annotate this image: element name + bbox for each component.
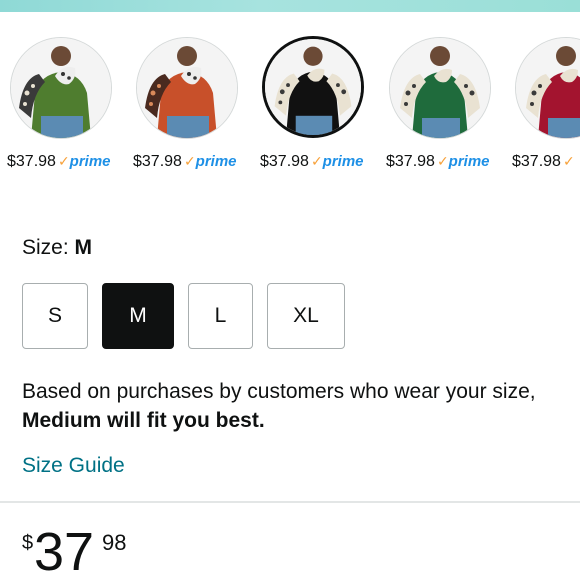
- prime-check-icon: ✓: [562, 153, 575, 169]
- prime-check-icon: ✓: [436, 153, 449, 169]
- swatch-price-burgundy: $37.98 ✓: [512, 153, 575, 170]
- color-swatch-row: $37.98 ✓prime $37.98 ✓prime $37.98 ✓prim…: [0, 35, 580, 185]
- size-button-l[interactable]: L: [188, 283, 253, 349]
- prime-check-icon: ✓: [57, 153, 70, 169]
- size-button-m[interactable]: M: [102, 283, 174, 349]
- size-button-xl[interactable]: XL: [267, 283, 345, 349]
- top-banner-strip: [0, 0, 580, 12]
- prime-check-icon: ✓: [183, 153, 196, 169]
- swatch-image-black: [262, 36, 364, 138]
- prime-check-icon: ✓: [310, 153, 323, 169]
- swatch-image-green: [10, 37, 112, 139]
- swatch-image-dark-green: [389, 37, 491, 139]
- swatch-price-dark-green: $37.98 ✓prime: [386, 153, 490, 170]
- swatch-image-burgundy: [515, 37, 580, 139]
- swatch-price-green: $37.98 ✓prime: [7, 153, 111, 170]
- size-guide-link[interactable]: Size Guide: [22, 454, 125, 478]
- swatch-image-orange: [136, 37, 238, 139]
- fit-recommendation: Based on purchases by customers who wear…: [22, 380, 536, 432]
- price-whole: 37: [34, 522, 95, 582]
- fit-recommendation-bold: Medium will fit you best.: [22, 409, 265, 432]
- swatch-price-orange: $37.98 ✓prime: [133, 153, 237, 170]
- divider: [0, 501, 580, 503]
- price-fraction: 98: [102, 530, 127, 555]
- size-button-s[interactable]: S: [22, 283, 88, 349]
- swatch-price-black: $37.98 ✓prime: [260, 153, 364, 170]
- price-currency-symbol: $: [22, 532, 34, 554]
- size-selected-value: M: [74, 236, 93, 259]
- size-label: Size: M: [22, 236, 93, 259]
